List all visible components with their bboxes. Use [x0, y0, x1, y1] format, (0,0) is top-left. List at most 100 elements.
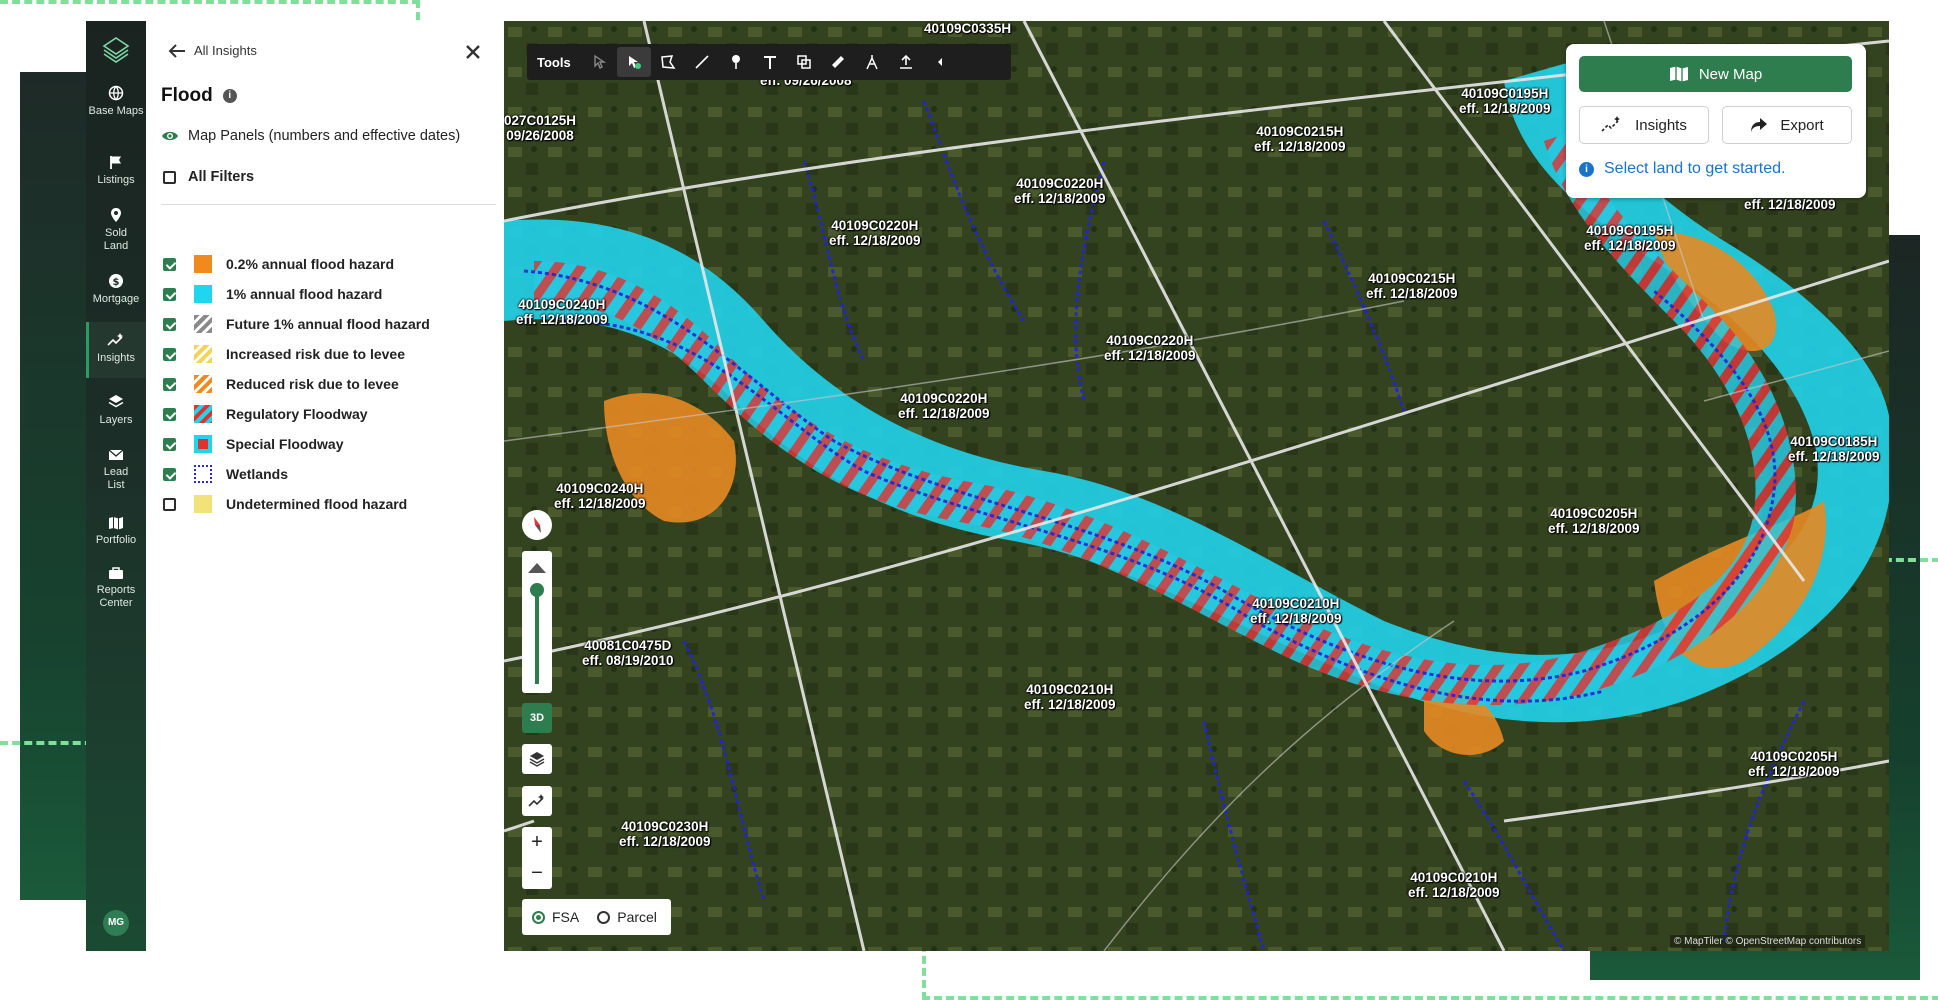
- map-actions-card: New Map Insights Export i Select land to…: [1566, 44, 1866, 198]
- map-icon: [1669, 66, 1688, 82]
- panel-id: 40109C0215H: [1368, 271, 1456, 286]
- map-panel-label: 40109C0195H eff. 12/18/2009: [1584, 223, 1676, 253]
- panel-id: 40109C0210H: [1410, 870, 1498, 885]
- map-panels-label: Map Panels (numbers and effective dates): [188, 128, 461, 144]
- divider: [161, 204, 496, 205]
- insights-button[interactable]: Insights: [1579, 106, 1709, 144]
- polygon-icon[interactable]: [651, 47, 685, 77]
- rail-item-mortgage[interactable]: $ Mortgage: [86, 273, 146, 306]
- legend-item[interactable]: Future 1% annual flood hazard: [163, 314, 430, 334]
- rail-item-reports-center[interactable]: Reports Center: [86, 566, 146, 610]
- legend-item[interactable]: 0.2% annual flood hazard: [163, 254, 394, 274]
- map-panel-label: eff. 12/18/2009: [1744, 197, 1836, 212]
- legend-item[interactable]: Regulatory Floodway: [163, 404, 368, 424]
- panel-id: 40109C0220H: [1016, 176, 1104, 191]
- parcel-label: Parcel: [617, 909, 657, 925]
- dollar-coin-icon: $: [109, 274, 123, 288]
- map-insights-button[interactable]: [522, 786, 552, 816]
- upload-icon[interactable]: [889, 47, 923, 77]
- compass-draw-icon[interactable]: [855, 47, 889, 77]
- line-icon[interactable]: [685, 47, 719, 77]
- map-panel-label: 40109C0220H eff. 12/18/2009: [898, 391, 990, 421]
- legend-checkbox[interactable]: [163, 287, 176, 301]
- legend-item[interactable]: Wetlands: [163, 464, 288, 484]
- panel-date: eff. 12/18/2009: [1548, 521, 1640, 536]
- legend-swatch: [194, 465, 212, 483]
- map-panel-label: 40109C0220H eff. 12/18/2009: [1014, 176, 1106, 206]
- radio-dot[interactable]: [597, 910, 611, 924]
- rail-item-insights[interactable]: Insights: [86, 322, 146, 378]
- map-panel-label: 40109C0240H eff. 12/18/2009: [516, 297, 608, 327]
- panel-id: 40109C0220H: [1106, 333, 1194, 348]
- marker-icon[interactable]: [719, 47, 753, 77]
- panel-date: eff. 12/18/2009: [898, 406, 990, 421]
- legend-checkbox[interactable]: [163, 317, 176, 331]
- close-icon[interactable]: [462, 41, 484, 63]
- map-panels-toggle[interactable]: Map Panels (numbers and effective dates): [161, 128, 460, 144]
- all-filters-label: All Filters: [188, 169, 255, 185]
- rail-item-lead-list[interactable]: Lead List: [86, 448, 146, 492]
- legend-swatch: [194, 405, 212, 423]
- text-icon[interactable]: [753, 47, 787, 77]
- panel-id: 40109C0240H: [556, 481, 644, 496]
- back-to-all-insights-link[interactable]: All Insights: [168, 43, 257, 58]
- legend-checkbox[interactable]: [163, 467, 176, 481]
- select-lasso-icon[interactable]: [583, 47, 617, 77]
- legend-label: 0.2% annual flood hazard: [226, 256, 395, 272]
- collapse-icon[interactable]: [923, 47, 957, 77]
- legend-label: Special Floodway: [226, 436, 344, 452]
- parcel-radio[interactable]: Parcel: [597, 909, 657, 925]
- legend-checkbox[interactable]: [163, 437, 176, 451]
- legend-item[interactable]: Undetermined flood hazard: [163, 494, 407, 514]
- panel-id: 40109C0220H: [831, 218, 919, 233]
- legend-item[interactable]: 1% annual flood hazard: [163, 284, 382, 304]
- info-icon: i: [1579, 161, 1594, 177]
- export-button[interactable]: Export: [1722, 106, 1852, 144]
- compass-control[interactable]: [522, 510, 552, 540]
- zoom-out-button[interactable]: −: [522, 858, 552, 889]
- rail-item-sold-land[interactable]: Sold Land: [86, 207, 146, 253]
- rail-item-portfolio[interactable]: Portfolio: [86, 516, 146, 547]
- map-layers-button[interactable]: [522, 744, 552, 774]
- legend-item[interactable]: Reduced risk due to levee: [163, 374, 399, 394]
- info-icon[interactable]: i: [222, 89, 237, 103]
- pitch-slider[interactable]: [522, 551, 552, 693]
- radio-dot[interactable]: [532, 910, 545, 924]
- layers-icon: [108, 395, 124, 408]
- map-attribution[interactable]: © MapTiler © OpenStreetMap contributors: [1670, 935, 1866, 948]
- panel-date: eff. 12/18/2009: [1250, 611, 1342, 626]
- rail-item-base-maps[interactable]: Base Maps: [86, 85, 146, 118]
- svg-text:$: $: [113, 277, 120, 288]
- map-panel-label: 40109C0230H eff. 12/18/2009: [619, 819, 711, 849]
- ruler-icon[interactable]: [821, 47, 855, 77]
- panel-id: 40109C0220H: [900, 391, 988, 406]
- toggle-3d-button[interactable]: 3D: [522, 703, 552, 733]
- shapes-icon[interactable]: [787, 47, 821, 77]
- all-filters-checkbox[interactable]: All Filters: [163, 169, 254, 185]
- pitch-knob[interactable]: [530, 583, 544, 597]
- panel-date: 09/26/2008: [506, 128, 574, 143]
- briefcase-icon: [109, 567, 123, 579]
- rail-item-listings[interactable]: Listings: [86, 154, 146, 187]
- legend-checkbox[interactable]: [163, 347, 176, 361]
- legend-swatch: [194, 495, 212, 513]
- panel-date: eff. 12/18/2009: [1366, 286, 1458, 301]
- user-avatar[interactable]: MG: [103, 910, 129, 936]
- legend-item[interactable]: Increased risk due to levee: [163, 344, 405, 364]
- fsa-radio[interactable]: FSA: [532, 909, 579, 925]
- legend-checkbox[interactable]: [163, 497, 176, 511]
- map-panel-label: 40109C0210H eff. 12/18/2009: [1250, 596, 1342, 626]
- checkbox[interactable]: [163, 170, 176, 184]
- selection-mode-toggle: FSA Parcel: [522, 899, 671, 935]
- legend-checkbox[interactable]: [163, 407, 176, 421]
- zoom-in-button[interactable]: +: [522, 827, 552, 858]
- globe-icon: [108, 85, 124, 101]
- new-map-button[interactable]: New Map: [1579, 56, 1852, 92]
- legend-checkbox[interactable]: [163, 257, 176, 271]
- app-logo-icon[interactable]: [101, 35, 131, 65]
- insights-label: Insights: [1635, 116, 1687, 134]
- legend-item[interactable]: Special Floodway: [163, 434, 343, 454]
- rail-item-layers[interactable]: Layers: [86, 394, 146, 427]
- pointer-icon[interactable]: [616, 47, 651, 77]
- legend-checkbox[interactable]: [163, 377, 176, 391]
